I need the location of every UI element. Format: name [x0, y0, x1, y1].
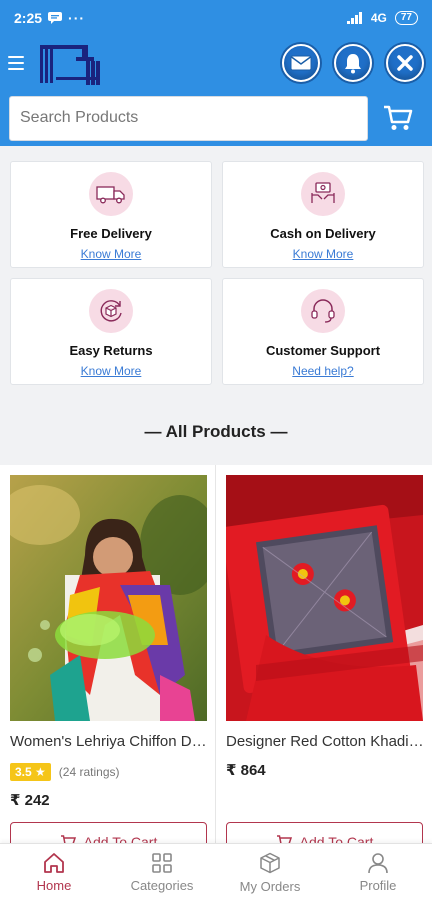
search-box: [9, 95, 368, 141]
notifications-button[interactable]: [334, 44, 372, 82]
product-name[interactable]: Women's Lehriya Chiffon Dupatta: [10, 733, 210, 750]
product-grid: Women's Lehriya Chiffon Dupatta 3.5 ★ (2…: [0, 465, 432, 845]
rating-badge: 3.5 ★: [10, 763, 51, 781]
network-type: 4G: [370, 11, 387, 25]
battery-icon: 77: [394, 11, 418, 25]
menu-icon[interactable]: [8, 56, 24, 70]
close-icon: [397, 55, 413, 71]
signal-icon: [346, 12, 362, 24]
search-bar: [0, 90, 432, 146]
nav-label: Profile: [359, 877, 397, 893]
feature-title: Customer Support: [265, 343, 381, 358]
feature-title: Easy Returns: [69, 343, 153, 358]
know-more-link[interactable]: Know More: [81, 364, 142, 378]
nav-item-my-orders[interactable]: My Orders: [216, 844, 324, 900]
brand-logo: [38, 39, 102, 87]
return-box-icon: [89, 289, 133, 333]
product-rating: 3.5 ★ (24 ratings): [10, 763, 120, 781]
product-card[interactable]: Designer Red Cotton Khadi Suit ₹ 864 Add…: [216, 465, 432, 845]
add-to-cart-button[interactable]: Add To Cart: [226, 822, 423, 845]
feature-card-customer-support: Customer Support Need help?: [222, 278, 424, 385]
nav-item-home[interactable]: Home: [0, 844, 108, 900]
star-icon: ★: [35, 765, 46, 779]
know-more-link[interactable]: Know More: [293, 247, 354, 261]
feature-card-cash-on-delivery: Cash on Delivery Know More: [222, 161, 424, 268]
section-title: — All Products —: [144, 422, 288, 441]
nav-label: My Orders: [239, 878, 301, 894]
cash-hand-icon: [301, 172, 345, 216]
ratings-count: (24 ratings): [58, 765, 120, 779]
headset-icon: [301, 289, 345, 333]
mail-icon: [290, 55, 312, 71]
mail-button[interactable]: [282, 44, 320, 82]
product-image[interactable]: [226, 475, 423, 721]
cart-icon: [384, 105, 413, 130]
message-icon: [48, 12, 63, 24]
rating-value: 3.5: [15, 765, 32, 779]
feature-title: Free Delivery: [70, 226, 152, 241]
know-more-link[interactable]: Know More: [81, 247, 142, 261]
grid-icon: [152, 852, 172, 873]
truck-icon: [89, 172, 133, 216]
nav-label: Home: [36, 877, 72, 893]
product-name[interactable]: Designer Red Cotton Khadi Suit: [226, 733, 426, 750]
feature-title: Cash on Delivery: [270, 226, 376, 241]
add-to-cart-button[interactable]: Add To Cart: [10, 822, 207, 845]
need-help-link[interactable]: Need help?: [292, 364, 353, 378]
nav-item-profile[interactable]: Profile: [324, 844, 432, 900]
product-card[interactable]: Women's Lehriya Chiffon Dupatta 3.5 ★ (2…: [0, 465, 216, 845]
bell-icon: [345, 54, 361, 74]
more-dots-icon: ···: [68, 10, 86, 26]
product-image[interactable]: [10, 475, 207, 721]
status-time: 2:25: [14, 10, 43, 26]
cart-button[interactable]: [372, 96, 424, 141]
features-grid: Free Delivery Know More Cash on Delivery…: [10, 161, 424, 385]
product-price: ₹ 864: [226, 762, 266, 779]
search-input[interactable]: [20, 109, 357, 127]
feature-card-easy-returns: Easy Returns Know More: [10, 278, 212, 385]
user-icon: [368, 852, 388, 873]
nav-item-categories[interactable]: Categories: [108, 844, 216, 900]
bottom-navigation: Home Categories My Orders Profile: [0, 843, 432, 900]
nav-label: Categories: [130, 877, 194, 893]
status-bar: 2:25 ··· 4G 77: [0, 0, 432, 36]
product-price: ₹ 242: [10, 792, 50, 809]
feature-card-free-delivery: Free Delivery Know More: [10, 161, 212, 268]
box-icon: [260, 852, 280, 873]
app-bar: [0, 36, 432, 90]
home-icon: [44, 852, 64, 873]
close-button[interactable]: [386, 44, 424, 82]
